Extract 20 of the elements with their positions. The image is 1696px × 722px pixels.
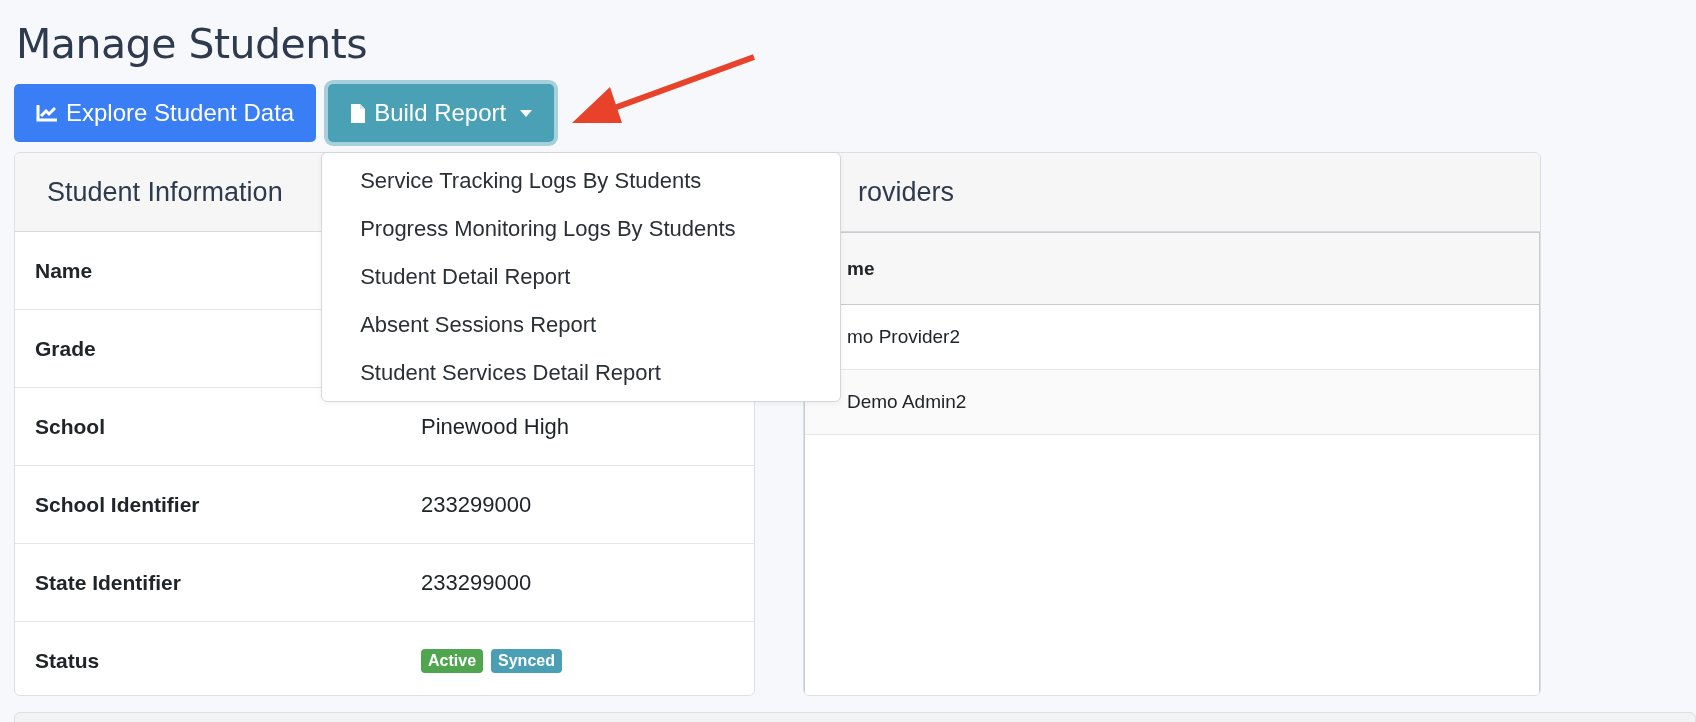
- card-title: roviders: [858, 176, 955, 208]
- field-label: School Identifier: [35, 492, 200, 517]
- field-label: School: [35, 414, 105, 439]
- field-label: Name: [35, 258, 93, 283]
- field-value: 233299000: [421, 491, 532, 518]
- field-label: State Identifier: [35, 570, 181, 595]
- file-icon: [350, 102, 367, 124]
- status-badge: Active: [421, 648, 484, 673]
- table-cell: Demo Admin2: [805, 370, 1539, 435]
- field-label: Grade: [35, 336, 96, 361]
- caret-icon: [520, 109, 533, 117]
- field-value: 233299000: [421, 569, 532, 596]
- menu-item[interactable]: Service Tracking Logs By Students: [322, 157, 841, 205]
- explore-data-button[interactable]: Explore Student Data: [14, 84, 317, 142]
- line-chart-icon: [36, 104, 58, 122]
- field-value: Pinewood High: [421, 413, 569, 440]
- card-title: Student Information: [47, 176, 283, 208]
- status-badge: Synced: [491, 648, 562, 673]
- page-title: Manage Students: [16, 20, 369, 68]
- field-label: Status: [35, 648, 100, 673]
